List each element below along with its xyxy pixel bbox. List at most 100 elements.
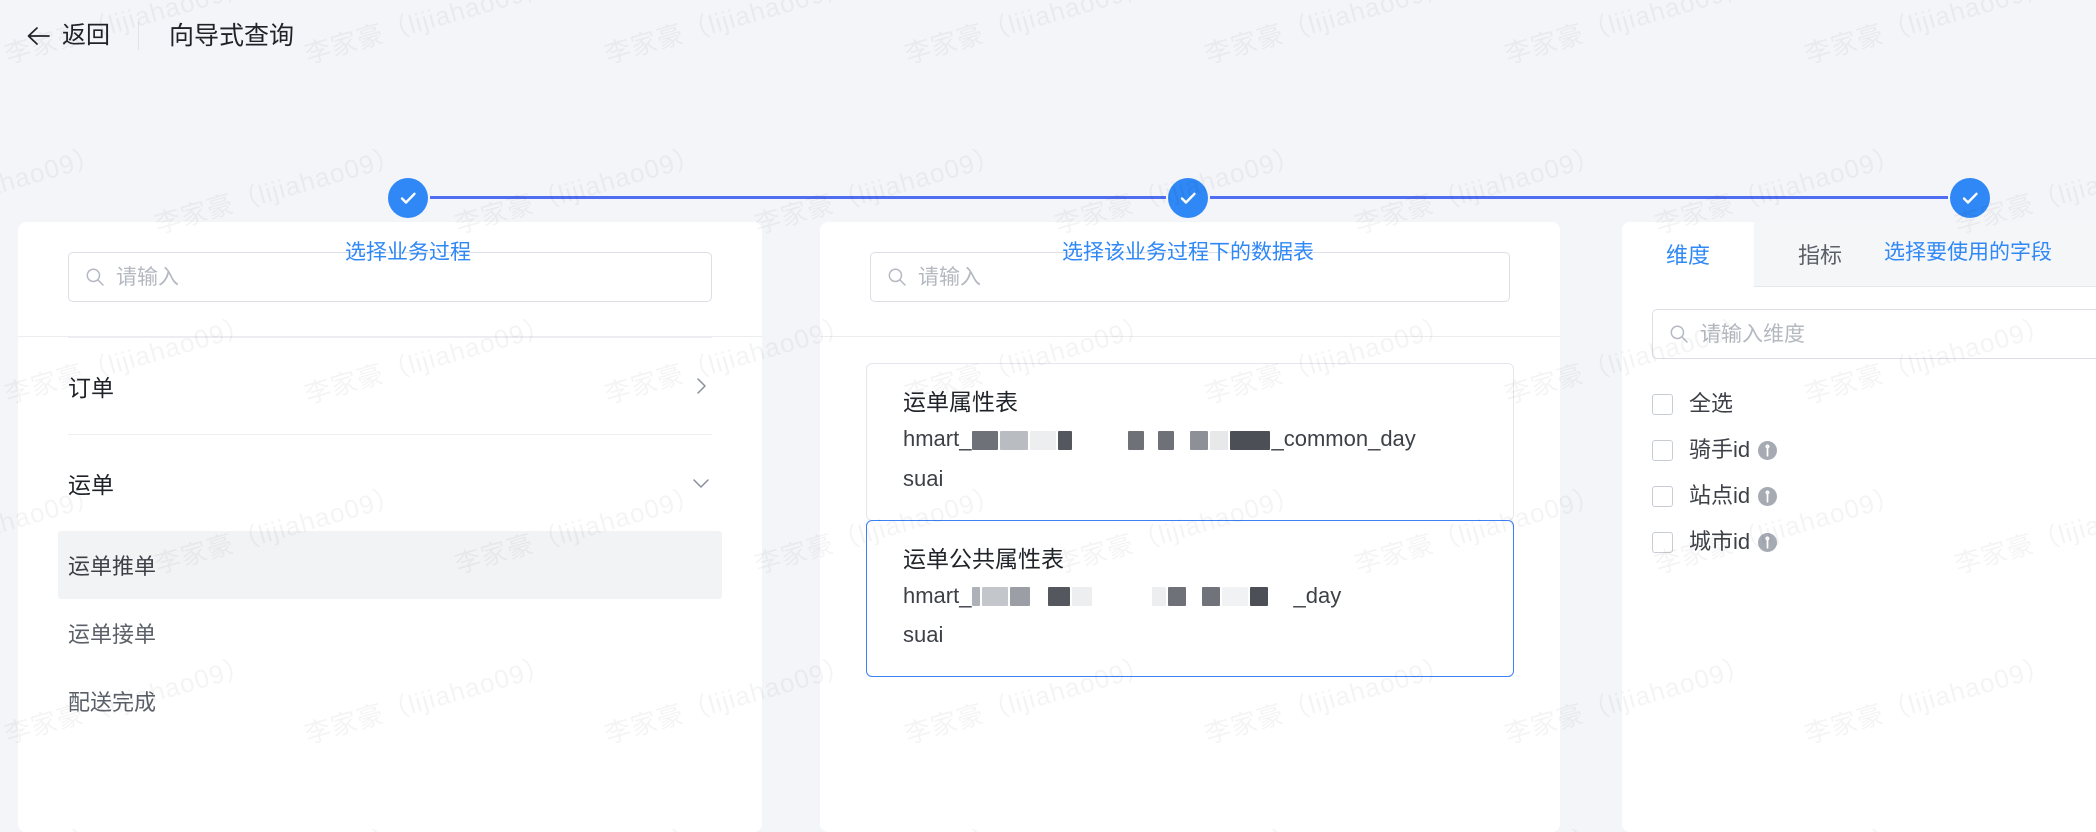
checkbox-label: 骑手id [1689, 437, 1751, 462]
stepper-label-1[interactable]: 选择业务过程 [345, 236, 471, 266]
stepper-node-3[interactable] [1950, 178, 1990, 218]
table-name-suffix: _day [1293, 582, 1342, 608]
check-icon [1177, 187, 1199, 209]
business-process-panel: 请输入 订单 运单 运单推单 运单接单 配送完成 [18, 222, 762, 832]
checkbox-row-select-all[interactable]: 全选 [1652, 381, 2096, 427]
checkbox-rider-id[interactable] [1652, 439, 1673, 461]
sub-item-delivery-complete[interactable]: 配送完成 [58, 667, 722, 735]
dimension-search-input[interactable]: 请输入维度 [1652, 309, 2096, 359]
redacted-block [1000, 430, 1029, 450]
dimension-list: 全选 骑手id 站点id 城市id [1622, 369, 2096, 565]
tab-dimension[interactable]: 维度 [1622, 222, 1754, 287]
sub-item-waybill-accept[interactable]: 运单接单 [58, 599, 722, 667]
stepper-connector-1 [430, 196, 1166, 199]
arrow-left-icon [24, 23, 50, 49]
redacted-block [1270, 587, 1293, 607]
redacted-block [1168, 587, 1187, 607]
back-label: 返回 [62, 22, 110, 49]
redacted-block [1158, 430, 1175, 450]
group-row-order[interactable]: 订单 [68, 337, 712, 435]
table-card-list: 运单属性表 hmart_ _common_day suai 运单公共属性表 hma… [820, 337, 1560, 678]
group-label: 运单 [68, 472, 114, 498]
checkbox-station-id[interactable] [1652, 485, 1673, 507]
checkbox-select-all[interactable] [1652, 393, 1673, 415]
checkbox-row-rider-id[interactable]: 骑手id [1652, 427, 2096, 473]
redacted-block [1072, 587, 1093, 607]
sub-item-waybill-push[interactable]: 运单推单 [58, 531, 722, 599]
left-search-placeholder: 请输入 [116, 265, 179, 289]
redacted-block [972, 587, 981, 607]
field-selection-panel: 维度 指标 请输入维度 全选 骑手id 站点id 城市id [1622, 222, 2096, 832]
search-icon [1669, 324, 1689, 344]
chevron-down-icon[interactable] [690, 472, 712, 494]
redacted-block [1048, 587, 1071, 607]
tab-label: 维度 [1665, 243, 1710, 268]
search-icon [85, 267, 105, 287]
stepper-label-3[interactable]: 选择要使用的字段 [1884, 236, 2052, 266]
header-divider [138, 22, 139, 50]
info-icon[interactable] [1758, 532, 1778, 552]
back-button[interactable]: 返回 [24, 23, 110, 49]
table-card-title: 运单公共属性表 [903, 545, 1064, 572]
table-name-suffix: _common_day [1271, 426, 1416, 452]
redacted-block [1152, 587, 1167, 607]
tab-metric[interactable]: 指标 [1754, 222, 1886, 286]
checkbox-row-city-id[interactable]: 城市id [1652, 519, 2096, 565]
checkbox-label: 城市id [1689, 529, 1751, 554]
table-name-prefix: hmart_ [903, 426, 972, 452]
redacted-block [1128, 430, 1145, 450]
table-card-title: 运单属性表 [903, 389, 1018, 415]
table-card-waybill-attribute[interactable]: 运单属性表 hmart_ _common_day suai [866, 363, 1514, 521]
checkbox-row-station-id[interactable]: 站点id [1652, 473, 2096, 519]
redacted-block [1058, 430, 1073, 450]
redacted-block [1074, 430, 1127, 450]
checkbox-label: 站点id [1689, 483, 1751, 508]
redacted-block [1202, 587, 1221, 607]
redacted-block [1094, 587, 1151, 607]
info-icon[interactable] [1758, 440, 1778, 460]
redacted-block [1146, 430, 1157, 450]
table-card-name: hmart_ _common_day [903, 424, 1477, 454]
page-title: 向导式查询 [169, 21, 295, 50]
redacted-block [1176, 430, 1189, 450]
group-row-waybill[interactable]: 运单 [68, 435, 712, 531]
redacted-block [1032, 587, 1047, 607]
sub-item-label: 配送完成 [68, 690, 157, 715]
stepper-label-2[interactable]: 选择该业务过程下的数据表 [1062, 236, 1314, 266]
table-name-prefix: hmart_ [903, 582, 972, 608]
search-icon [887, 267, 907, 287]
tab-label: 指标 [1797, 243, 1842, 268]
app-header: 返回 向导式查询 [0, 0, 2096, 72]
sub-item-label: 运单接单 [68, 622, 157, 647]
redacted-block [1210, 430, 1229, 450]
check-icon [1959, 187, 1981, 209]
redacted-block [1222, 587, 1249, 607]
redacted-block [972, 430, 999, 450]
table-card-footer: suai [903, 622, 944, 648]
redacted-block [1190, 430, 1209, 450]
dimension-search-placeholder: 请输入维度 [1700, 322, 1805, 346]
check-icon [397, 187, 419, 209]
stepper-node-2[interactable] [1168, 178, 1208, 218]
stepper: 选择业务过程 选择该业务过程下的数据表 选择要使用的字段 [0, 84, 2096, 264]
table-card-footer: suai [903, 465, 944, 491]
dimension-search-area: 请输入维度 [1622, 287, 2096, 369]
sub-item-label: 运单推单 [68, 554, 157, 579]
data-table-panel: 请输入 运单属性表 hmart_ _common_day suai 运单公共属性表… [820, 222, 1560, 832]
redacted-block [1250, 587, 1269, 607]
stepper-connector-2 [1210, 196, 1948, 199]
checkbox-city-id[interactable] [1652, 531, 1673, 553]
redacted-block [982, 587, 1009, 607]
redacted-block [1230, 430, 1271, 450]
redacted-block [1010, 587, 1031, 607]
group-label: 订单 [68, 375, 114, 401]
table-card-waybill-common-attribute[interactable]: 运单公共属性表 hmart_ _day suai [866, 519, 1514, 678]
table-search-placeholder: 请输入 [918, 265, 981, 289]
redacted-block [1188, 587, 1201, 607]
business-process-list: 订单 运单 运单推单 运单接单 配送完成 [18, 337, 762, 735]
stepper-node-1[interactable] [388, 178, 428, 218]
chevron-right-icon[interactable] [690, 375, 712, 397]
info-icon[interactable] [1758, 486, 1778, 506]
checkbox-label: 全选 [1689, 391, 1734, 416]
table-card-name: hmart_ _day [903, 581, 1477, 611]
